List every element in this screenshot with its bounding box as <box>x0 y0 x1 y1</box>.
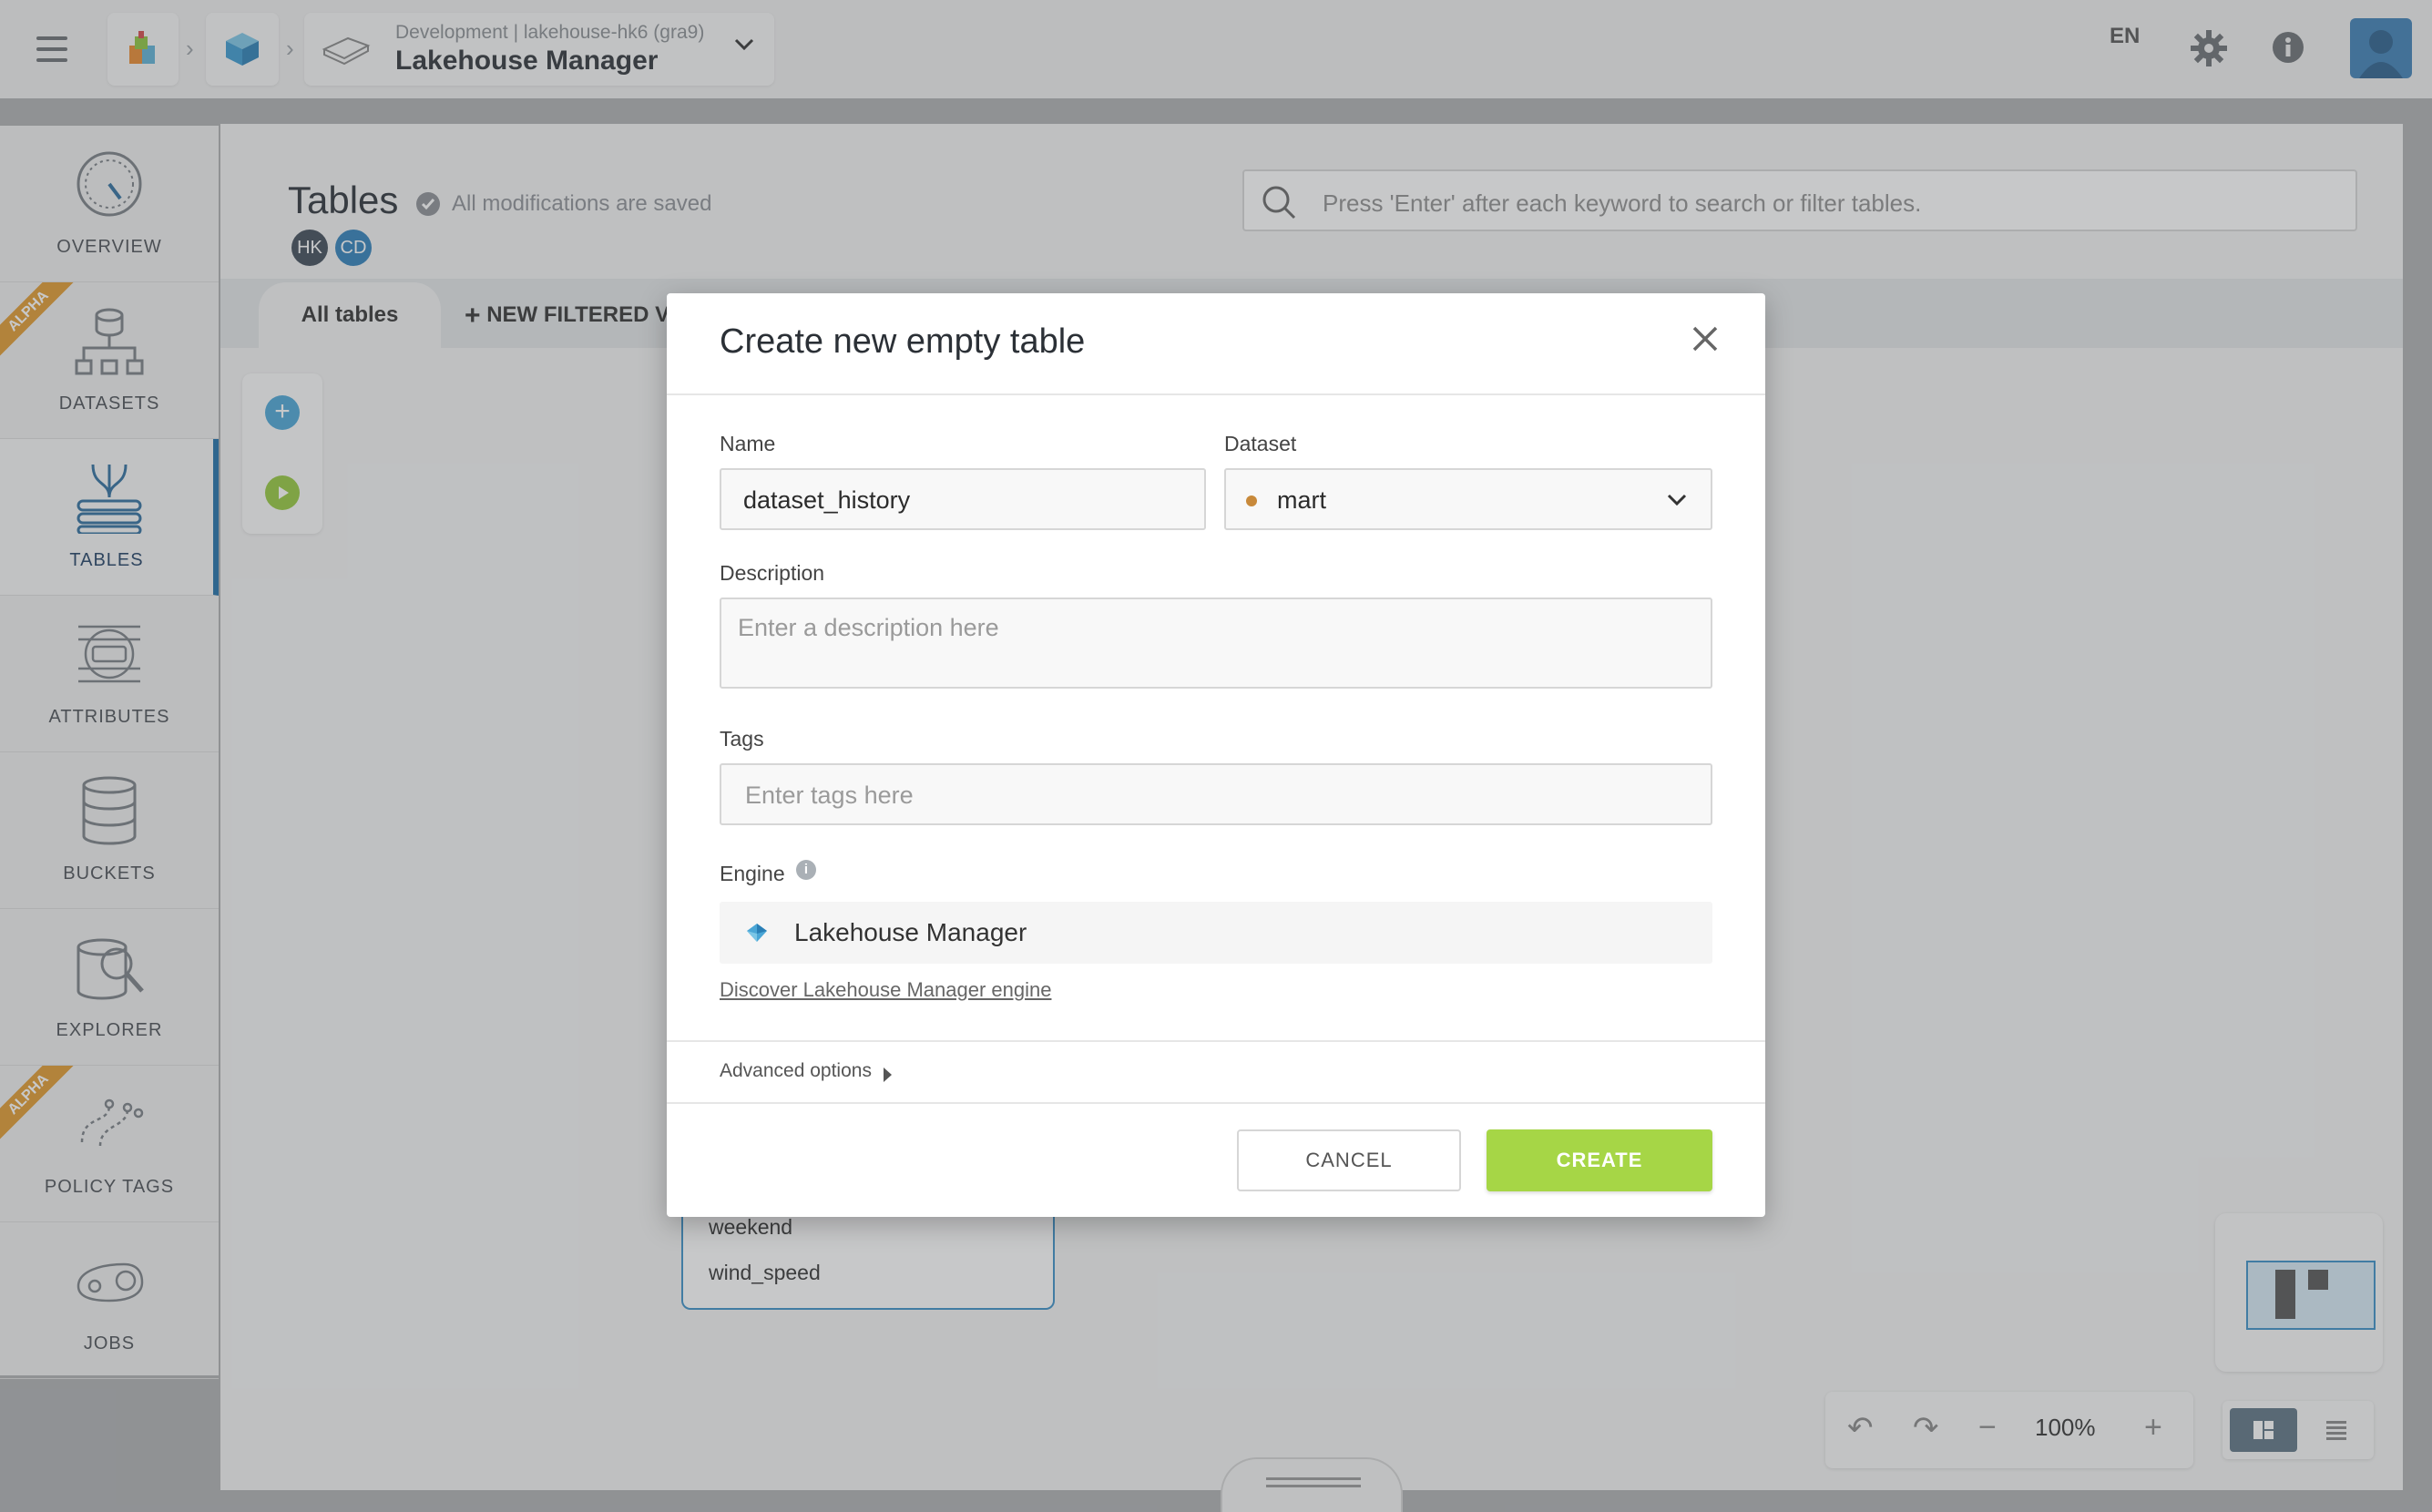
tags-field[interactable]: Enter tags here <box>720 763 1712 825</box>
tags-placeholder: Enter tags here <box>745 782 914 809</box>
info-icon[interactable]: i <box>796 860 816 880</box>
description-placeholder: Enter a description here <box>738 614 999 641</box>
divider <box>667 1040 1765 1042</box>
divider <box>667 1102 1765 1104</box>
create-button[interactable]: CREATE <box>1487 1129 1712 1191</box>
engine-field: Lakehouse Manager <box>720 902 1712 964</box>
dataset-color-dot <box>1246 495 1257 506</box>
dataset-select[interactable]: mart <box>1224 468 1712 530</box>
dialog-title: Create new empty table <box>720 322 1086 361</box>
dataset-value: mart <box>1277 486 1326 514</box>
engine-value: Lakehouse Manager <box>794 918 1027 946</box>
cancel-button[interactable]: CANCEL <box>1237 1129 1461 1191</box>
advanced-options-toggle[interactable]: Advanced options <box>720 1060 872 1082</box>
create-table-dialog: Create new empty table Name dataset_hist… <box>667 293 1765 1217</box>
name-field[interactable]: dataset_history <box>720 468 1206 530</box>
lakehouse-engine-icon <box>747 924 767 942</box>
close-icon[interactable] <box>1691 324 1720 353</box>
engine-label: Engine <box>720 862 785 885</box>
description-label: Description <box>720 561 825 585</box>
tags-label: Tags <box>720 727 764 751</box>
name-value: dataset_history <box>743 486 911 514</box>
discover-engine-link[interactable]: Discover Lakehouse Manager engine <box>720 978 1051 1002</box>
description-field[interactable]: Enter a description here <box>720 598 1712 689</box>
name-label: Name <box>720 432 776 455</box>
divider <box>667 393 1765 395</box>
chevron-down-icon <box>1667 494 1687 506</box>
caret-right-icon[interactable] <box>884 1068 892 1082</box>
dataset-label: Dataset <box>1224 432 1297 455</box>
